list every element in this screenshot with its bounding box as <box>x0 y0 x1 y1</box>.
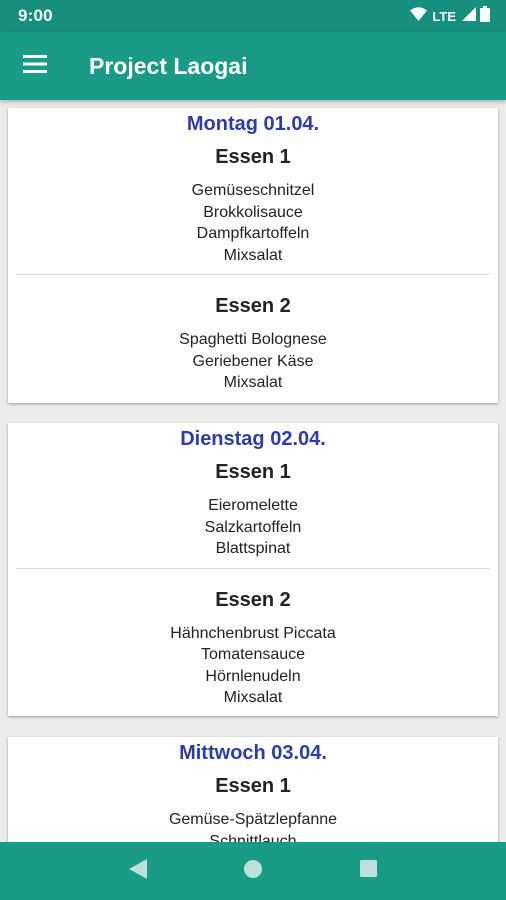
day-title: Dienstag 02.04. <box>180 428 326 450</box>
menu-button[interactable] <box>0 32 70 100</box>
home-icon <box>243 859 262 883</box>
meal-item: Mixsalat <box>223 689 283 706</box>
meal-section: Essen 1 Gemüseschnitzel Brokkolisauce Da… <box>8 142 498 266</box>
meal-item: Salzkartoffeln <box>204 518 302 536</box>
system-nav-bar <box>0 842 506 900</box>
battery-icon <box>480 5 490 27</box>
meal-section: Essen 1 Gemüse-Spätzlepfanne Schnittlauc… <box>8 771 498 842</box>
meal-title: Essen 2 <box>215 295 291 317</box>
meal-item: Dampfkartoffeln <box>196 225 310 242</box>
meal-section: Essen 2 Spaghetti Bolognese Geriebener K… <box>8 275 498 394</box>
meal-item: Tomatensauce <box>200 646 306 663</box>
meal-item: Schnittlauch <box>209 832 297 843</box>
meal-item: Brokkolisauce <box>203 203 303 221</box>
meal-item: Mixsalat <box>223 246 283 264</box>
app-screen: 9:00 LTE Project Laogai Montag 01.04. Es… <box>0 0 506 900</box>
day-title: Mittwoch 03.04. <box>179 742 327 764</box>
meal-items: Hähnchenbrust Piccata Tomatensauce Hörnl… <box>8 623 498 709</box>
network-type: LTE <box>432 8 456 24</box>
meal-item: Gemüse-Spätzlepfanne <box>168 811 338 828</box>
meal-item: Hähnchenbrust Piccata <box>170 624 336 642</box>
meal-item: Spaghetti Bolognese <box>179 331 327 348</box>
day-card: Mittwoch 03.04. Essen 1 Gemüse-Spätzlepf… <box>8 737 498 842</box>
meal-items: Spaghetti Bolognese Geriebener Käse Mixs… <box>8 329 498 394</box>
home-button[interactable] <box>233 851 273 891</box>
status-bar: 9:00 LTE <box>0 0 506 32</box>
meal-item: Eieromelette <box>208 497 298 514</box>
meal-title: Essen 1 <box>215 775 291 797</box>
recents-icon <box>359 860 377 882</box>
meal-section: Essen 1 Eieromelette Salzkartoffeln Blat… <box>8 457 498 560</box>
back-button[interactable] <box>118 851 158 891</box>
app-title: Project Laogai <box>89 52 248 79</box>
day-card: Dienstag 02.04. Essen 1 Eieromelette Sal… <box>8 423 498 716</box>
meal-items: Eieromelette Salzkartoffeln Blattspinat <box>8 495 498 560</box>
back-icon <box>128 858 147 884</box>
meal-items: Gemüse-Spätzlepfanne Schnittlauch <box>8 809 498 842</box>
meal-item: Geriebener Käse <box>192 352 314 370</box>
day-title: Montag 01.04. <box>186 113 320 135</box>
meal-item: Gemüseschnitzel <box>191 182 315 199</box>
wifi-icon <box>410 6 428 26</box>
meal-item: Hörnlenudeln <box>205 667 301 685</box>
meal-item: Mixsalat <box>223 374 283 391</box>
meal-items: Gemüseschnitzel Brokkolisauce Dampfkarto… <box>8 180 498 266</box>
meal-title: Essen 1 <box>215 146 291 168</box>
day-card: Montag 01.04. Essen 1 Gemüseschnitzel Br… <box>8 108 498 403</box>
status-time: 9:00 <box>18 6 53 25</box>
meal-title: Essen 1 <box>215 461 291 483</box>
hamburger-menu-icon <box>23 54 47 78</box>
menu-list[interactable]: Montag 01.04. Essen 1 Gemüseschnitzel Br… <box>0 100 506 842</box>
cell-signal-icon <box>462 6 476 26</box>
meal-item: Blattspinat <box>215 540 291 557</box>
recents-button[interactable] <box>348 851 388 891</box>
meal-title: Essen 2 <box>215 588 291 611</box>
app-bar: Project Laogai <box>0 32 506 100</box>
status-icons: LTE <box>410 5 490 27</box>
meal-section: Essen 2 Hähnchenbrust Piccata Tomatensau… <box>8 569 498 709</box>
